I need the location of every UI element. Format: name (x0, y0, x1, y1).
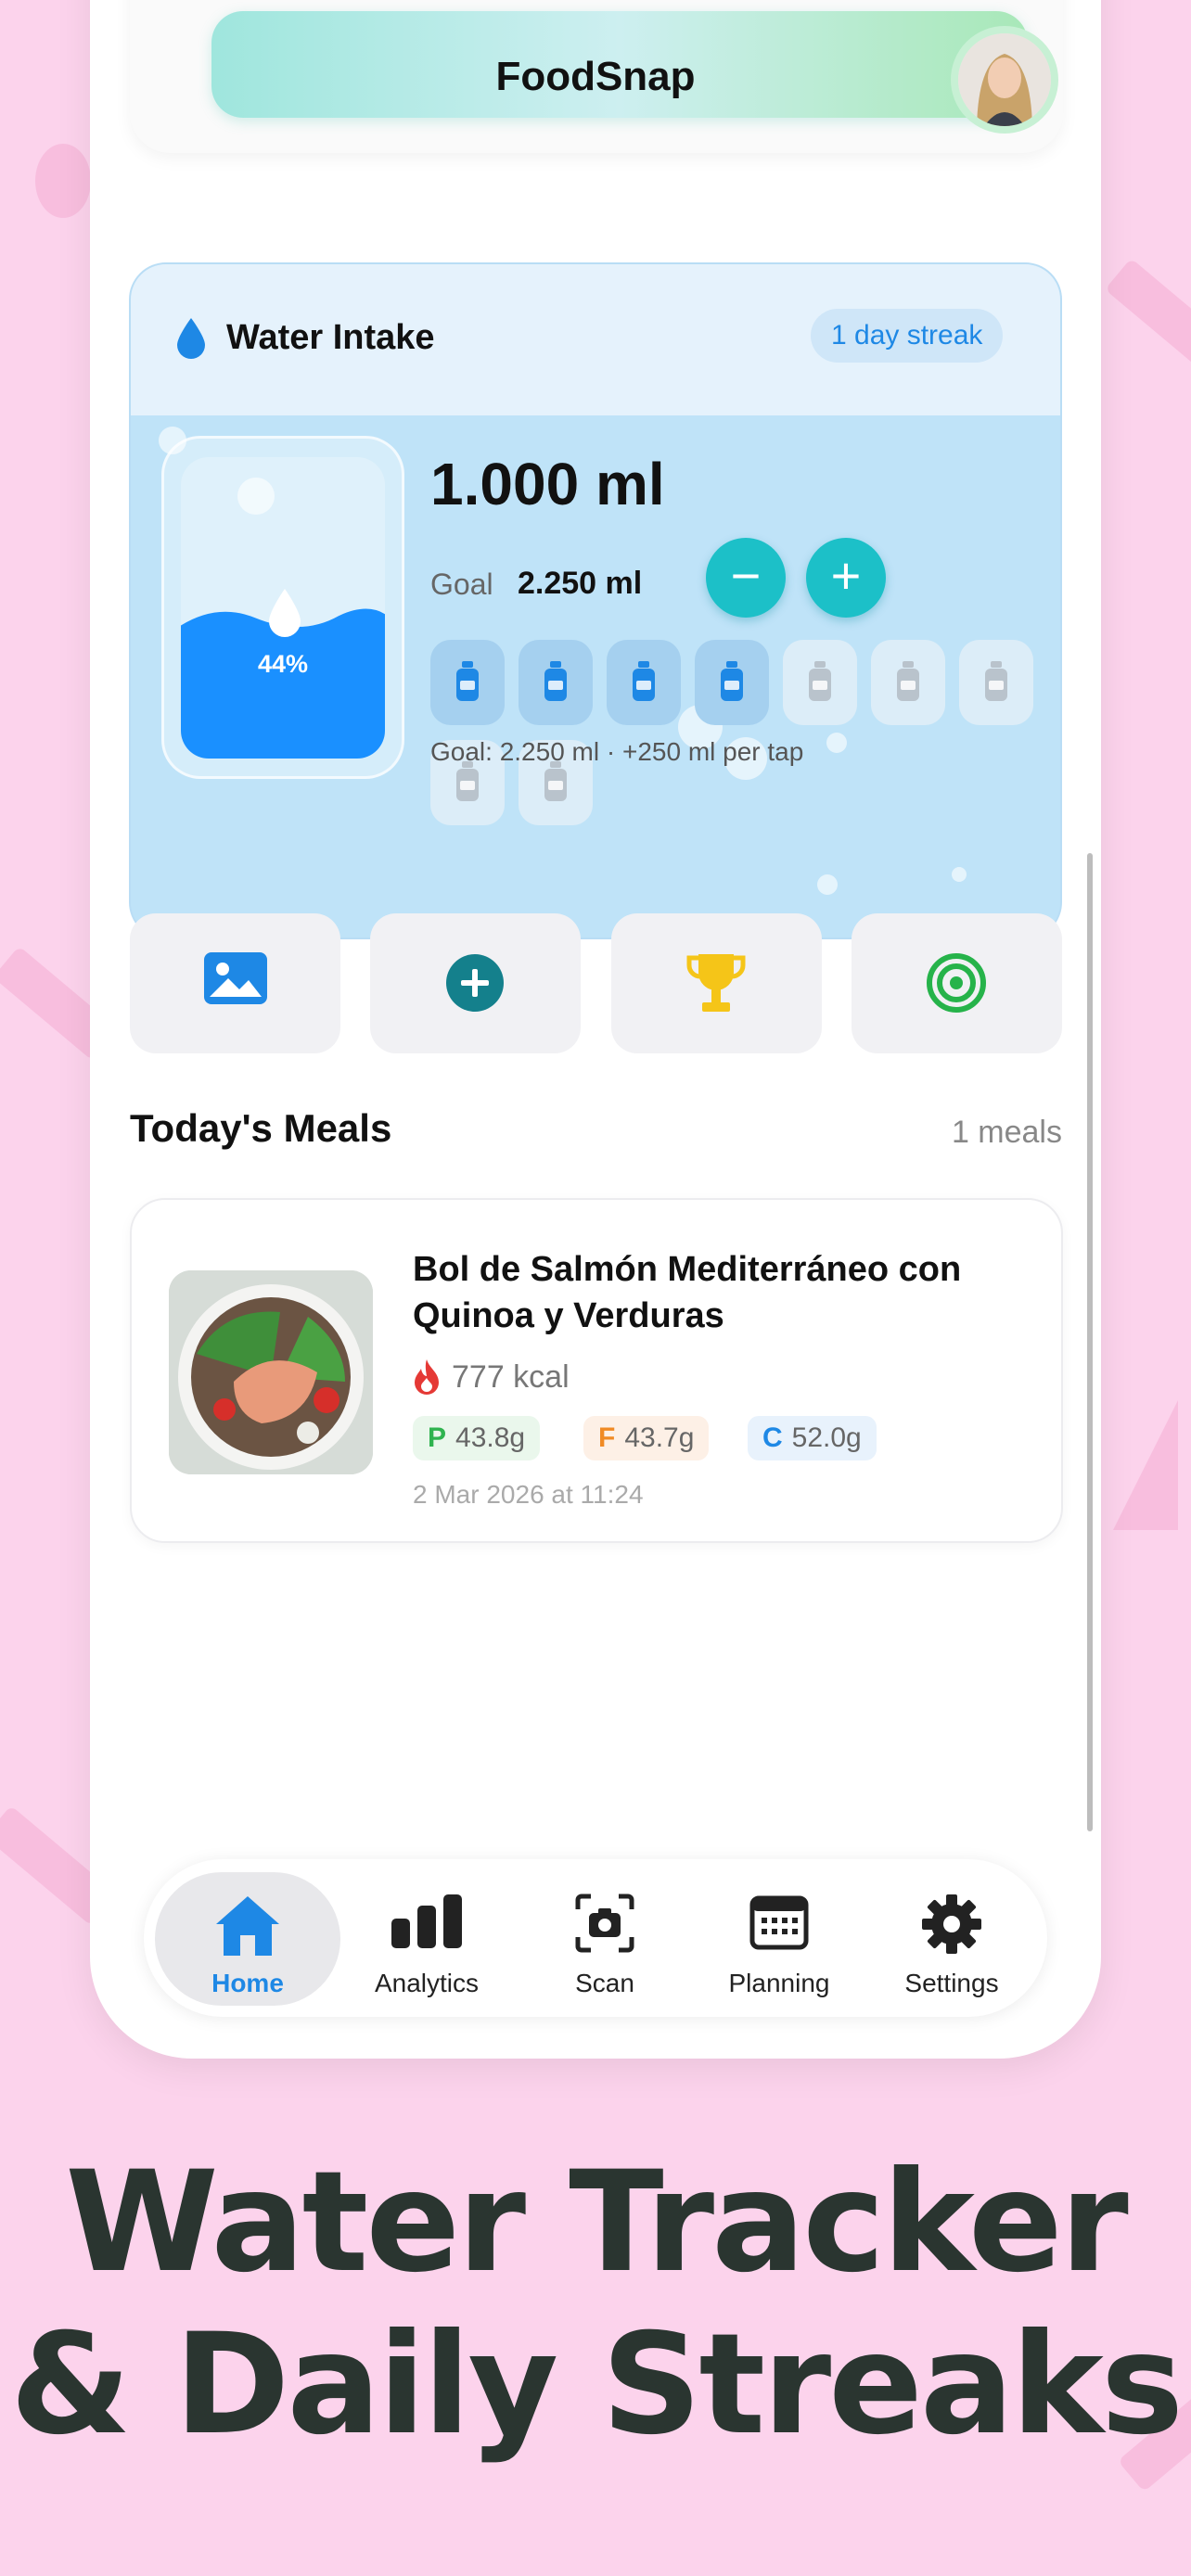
goal-value: 2.250 ml (518, 566, 643, 601)
meal-date: 2 Mar 2026 at 11:24 (413, 1480, 644, 1509)
water-percent: 44% (257, 650, 309, 678)
water-cup-empty[interactable] (871, 640, 945, 725)
bg-bar (1105, 258, 1191, 367)
camera-scan-icon (575, 1894, 634, 1953)
decrease-water-button[interactable]: − (706, 538, 786, 618)
water-cup-filled[interactable] (607, 640, 681, 725)
bar-chart-icon (391, 1894, 462, 1948)
phone-screen: FoodSnap Water Intake 1 day streak 44% 1… (90, 0, 1101, 2059)
water-cup-filled[interactable] (430, 640, 505, 725)
gallery-tile-button[interactable] (130, 913, 340, 1053)
tab-settings-label: Settings (904, 1969, 999, 1997)
water-glass: 44% (161, 436, 404, 779)
water-bottle-icon (809, 661, 831, 701)
bottom-tab-bar: Home Analytics Scan Planning Settings (144, 1859, 1047, 2017)
image-icon (204, 952, 267, 1004)
carbs-value: 52.0g (791, 1422, 862, 1453)
tab-planning-label: Planning (728, 1969, 830, 1997)
water-bottle-icon (456, 661, 479, 701)
fat-badge: F 43.7g (583, 1416, 710, 1460)
headline-line-2: & Daily Streaks (9, 2304, 1184, 2466)
meal-card[interactable]: Bol de Salmón Mediterráneo con Quinoa y … (130, 1198, 1063, 1543)
water-footer-note: Goal: 2.250 ml · +250 ml per tap (430, 737, 804, 766)
water-cup-filled[interactable] (519, 640, 593, 725)
tab-scan-label: Scan (575, 1969, 634, 1997)
streak-badge: 1 day streak (811, 309, 1004, 363)
tab-scan[interactable]: Scan (517, 1859, 693, 2017)
fat-letter: F (598, 1422, 616, 1453)
water-bottle-icon (633, 661, 655, 701)
avatar[interactable] (951, 26, 1058, 134)
water-title: Water Intake (226, 318, 435, 357)
trophy-icon (686, 954, 746, 1012)
bubble (826, 733, 847, 753)
headline-line-1: Water Tracker (65, 2142, 1128, 2303)
tab-analytics[interactable]: Analytics (339, 1859, 515, 2017)
water-amount: 1.000 ml (430, 451, 665, 517)
goal-label: Goal (430, 567, 493, 601)
tab-settings[interactable]: Settings (864, 1859, 1040, 2017)
fat-value: 43.7g (624, 1422, 695, 1453)
flame-icon (415, 1359, 439, 1395)
carbs-letter: C (762, 1422, 783, 1453)
water-drop-icon (269, 589, 301, 637)
tab-home-label: Home (211, 1969, 284, 1997)
calendar-icon (749, 1895, 809, 1950)
water-bottle-icon (985, 661, 1007, 701)
water-cup-filled[interactable] (695, 640, 769, 725)
meal-photo (169, 1270, 373, 1474)
bg-triangle (1113, 1400, 1178, 1530)
bubble (817, 874, 838, 895)
bg-circle (35, 144, 91, 218)
water-bottle-icon (544, 661, 567, 701)
gear-icon (922, 1894, 981, 1954)
todays-meals-title: Today's Meals (130, 1106, 392, 1150)
water-bottle-icon (897, 661, 919, 701)
tab-planning[interactable]: Planning (691, 1859, 867, 2017)
water-cup-empty[interactable] (783, 640, 857, 725)
water-drop-icon (177, 318, 205, 359)
protein-value: 43.8g (455, 1422, 526, 1453)
add-circle-icon (446, 954, 504, 1012)
water-intake-card: Water Intake 1 day streak 44% 1.000 ml G… (129, 262, 1062, 939)
water-card-header: Water Intake 1 day streak (131, 264, 1060, 415)
meal-calories: 777 kcal (452, 1359, 570, 1395)
app-title: FoodSnap (495, 54, 696, 99)
tab-home[interactable]: Home (155, 1872, 340, 2006)
meals-count: 1 meals (951, 1115, 1062, 1150)
protein-letter: P (428, 1422, 447, 1453)
carbs-badge: C 52.0g (748, 1416, 877, 1460)
home-icon (216, 1896, 279, 1956)
add-meal-tile-button[interactable] (370, 913, 581, 1053)
meal-name: Bol de Salmón Mediterráneo con Quinoa y … (413, 1250, 962, 1335)
water-bottle-icon (721, 661, 743, 701)
achievements-tile-button[interactable] (611, 913, 822, 1053)
tab-analytics-label: Analytics (374, 1969, 480, 1997)
increase-water-button[interactable]: + (806, 538, 886, 618)
protein-badge: P 43.8g (413, 1416, 541, 1460)
scrollbar[interactable] (1087, 853, 1093, 1831)
target-icon (927, 953, 986, 1013)
water-cup-empty[interactable] (959, 640, 1033, 725)
bubble (952, 867, 967, 882)
water-glass-inner: 44% (181, 457, 385, 759)
goals-tile-button[interactable] (852, 913, 1062, 1053)
